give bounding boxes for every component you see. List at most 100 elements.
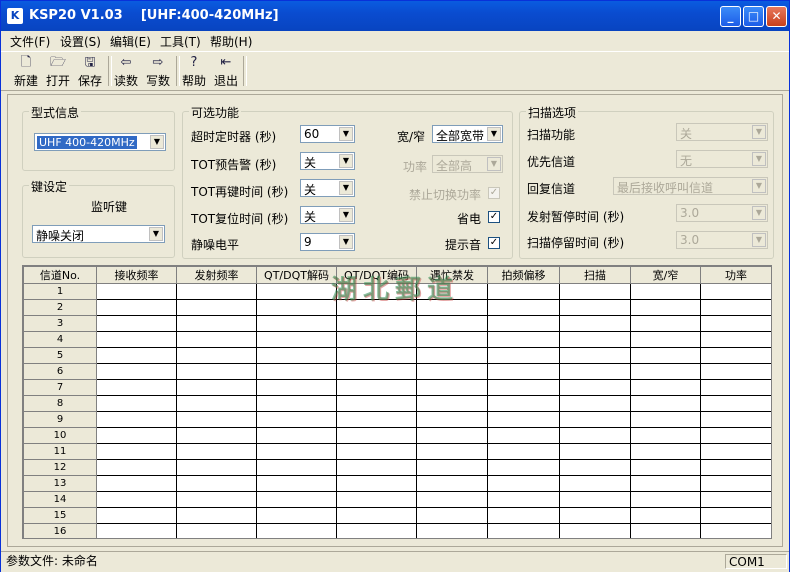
channel-number-cell[interactable]: 5 xyxy=(23,347,97,364)
channel-cell[interactable] xyxy=(176,283,257,300)
channel-number-cell[interactable]: 7 xyxy=(23,379,97,396)
title-bar[interactable]: K KSP20 V1.03 [UHF:400-420MHz] _ □ ✕ xyxy=(1,1,789,31)
channel-number-cell[interactable]: 8 xyxy=(23,395,97,412)
tot-reset-select[interactable]: 关 ▼ xyxy=(300,206,355,224)
priority-channel-select[interactable]: 无 ▼ xyxy=(676,150,768,168)
channel-number-cell[interactable]: 16 xyxy=(23,523,97,538)
menu-tools[interactable]: 工具(T) xyxy=(160,33,201,50)
channel-cell[interactable] xyxy=(559,475,631,492)
channel-cell[interactable] xyxy=(96,491,177,508)
channel-number-cell[interactable]: 12 xyxy=(23,459,97,476)
channel-cell[interactable] xyxy=(336,315,417,332)
channel-cell[interactable] xyxy=(630,459,701,476)
scan-dwell-time-select[interactable]: 3.0 ▼ xyxy=(676,231,768,249)
channel-cell[interactable] xyxy=(700,363,771,380)
channel-cell[interactable] xyxy=(559,283,631,300)
channel-cell[interactable] xyxy=(96,347,177,364)
channel-cell[interactable] xyxy=(96,331,177,348)
channel-cell[interactable] xyxy=(630,523,701,538)
column-header[interactable]: 信道No. xyxy=(23,266,97,284)
channel-cell[interactable] xyxy=(487,331,560,348)
channel-cell[interactable] xyxy=(559,443,631,460)
channel-cell[interactable] xyxy=(416,427,488,444)
channel-cell[interactable] xyxy=(559,411,631,428)
maximize-button[interactable]: □ xyxy=(743,6,764,27)
channel-cell[interactable] xyxy=(630,475,701,492)
channel-cell[interactable] xyxy=(416,443,488,460)
channel-cell[interactable] xyxy=(416,299,488,316)
menu-settings[interactable]: 设置(S) xyxy=(60,33,101,50)
channel-cell[interactable] xyxy=(630,315,701,332)
scan-function-select[interactable]: 关 ▼ xyxy=(676,123,768,141)
channel-cell[interactable] xyxy=(487,459,560,476)
column-header[interactable]: 接收频率 xyxy=(96,266,177,284)
channel-cell[interactable] xyxy=(416,523,488,538)
column-header[interactable]: QT/DQT编码 xyxy=(336,266,417,284)
channel-number-cell[interactable]: 14 xyxy=(23,491,97,508)
channel-cell[interactable] xyxy=(487,491,560,508)
channel-cell[interactable] xyxy=(416,491,488,508)
channel-cell[interactable] xyxy=(487,347,560,364)
channel-cell[interactable] xyxy=(336,507,417,524)
channel-number-cell[interactable]: 11 xyxy=(23,443,97,460)
channel-cell[interactable] xyxy=(416,379,488,396)
read-button[interactable]: ⇦ 读数 xyxy=(111,54,141,88)
revert-channel-select[interactable]: 最后接收呼叫信道 ▼ xyxy=(613,177,768,195)
channel-cell[interactable] xyxy=(176,331,257,348)
channel-cell[interactable] xyxy=(256,331,337,348)
channel-cell[interactable] xyxy=(256,395,337,412)
channel-cell[interactable] xyxy=(256,523,337,538)
channel-cell[interactable] xyxy=(256,507,337,524)
channel-cell[interactable] xyxy=(559,315,631,332)
channel-cell[interactable] xyxy=(96,443,177,460)
channel-number-cell[interactable]: 15 xyxy=(23,507,97,524)
channel-cell[interactable] xyxy=(487,395,560,412)
channel-cell[interactable] xyxy=(630,395,701,412)
channel-cell[interactable] xyxy=(700,427,771,444)
channel-cell[interactable] xyxy=(487,443,560,460)
channel-cell[interactable] xyxy=(256,459,337,476)
channel-cell[interactable] xyxy=(336,379,417,396)
timeout-timer-select[interactable]: 60 ▼ xyxy=(300,125,355,143)
channel-cell[interactable] xyxy=(559,459,631,476)
channel-cell[interactable] xyxy=(96,283,177,300)
column-header[interactable]: 发射频率 xyxy=(176,266,257,284)
channel-cell[interactable] xyxy=(487,475,560,492)
channel-cell[interactable] xyxy=(487,283,560,300)
channel-number-cell[interactable]: 2 xyxy=(23,299,97,316)
monitor-key-select[interactable]: 静噪关闭 ▼ xyxy=(32,225,165,243)
channel-cell[interactable] xyxy=(700,315,771,332)
minimize-button[interactable]: _ xyxy=(720,6,741,27)
channel-cell[interactable] xyxy=(700,347,771,364)
power-save-checkbox[interactable]: ✓ xyxy=(488,211,500,223)
channel-cell[interactable] xyxy=(630,507,701,524)
channel-cell[interactable] xyxy=(700,379,771,396)
channel-cell[interactable] xyxy=(176,347,257,364)
channel-cell[interactable] xyxy=(256,315,337,332)
save-button[interactable]: 🖫 保存 xyxy=(75,54,105,88)
channel-cell[interactable] xyxy=(559,507,631,524)
channel-cell[interactable] xyxy=(559,331,631,348)
column-header[interactable]: 遇忙禁发 xyxy=(416,266,488,284)
channel-cell[interactable] xyxy=(176,443,257,460)
open-button[interactable]: 🗁 打开 xyxy=(43,54,73,88)
channel-cell[interactable] xyxy=(176,459,257,476)
channel-cell[interactable] xyxy=(700,411,771,428)
channel-cell[interactable] xyxy=(96,299,177,316)
channel-cell[interactable] xyxy=(700,395,771,412)
channel-cell[interactable] xyxy=(256,299,337,316)
channel-cell[interactable] xyxy=(416,347,488,364)
channel-cell[interactable] xyxy=(256,491,337,508)
channel-cell[interactable] xyxy=(630,299,701,316)
column-header[interactable]: QT/DQT解码 xyxy=(256,266,337,284)
channel-cell[interactable] xyxy=(336,331,417,348)
channel-cell[interactable] xyxy=(700,523,771,538)
channel-cell[interactable] xyxy=(96,395,177,412)
channel-cell[interactable] xyxy=(559,395,631,412)
channel-cell[interactable] xyxy=(256,283,337,300)
channel-cell[interactable] xyxy=(336,347,417,364)
channel-cell[interactable] xyxy=(416,315,488,332)
channel-cell[interactable] xyxy=(487,363,560,380)
channel-cell[interactable] xyxy=(176,411,257,428)
power-select[interactable]: 全部高 ▼ xyxy=(432,155,503,173)
